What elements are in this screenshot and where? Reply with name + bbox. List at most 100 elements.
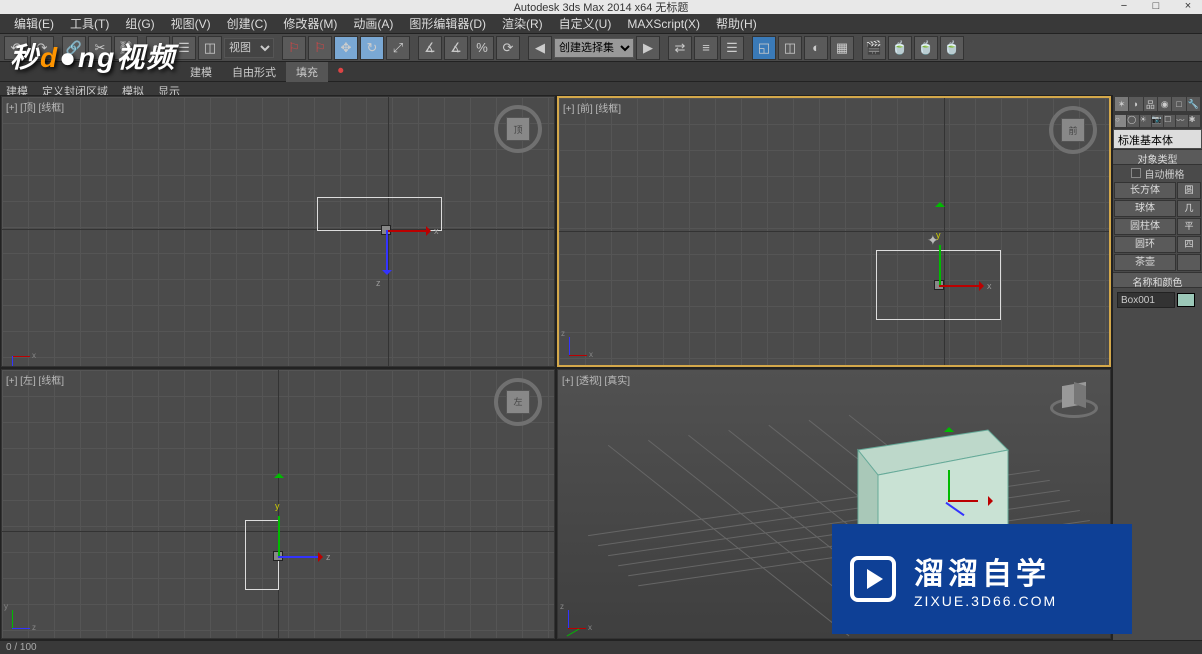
zixue-watermark: 溜溜自学 ZIXUE.3D66.COM (832, 524, 1132, 634)
viewport-front[interactable]: [+] [前] [线框] 前 x y ✦ x z (557, 96, 1111, 367)
utilities-tab-icon[interactable]: 🔧 (1187, 97, 1200, 111)
sphere-button[interactable]: 球体 (1114, 200, 1176, 217)
torus-button[interactable]: 圆环 (1114, 236, 1176, 253)
render3-button[interactable]: 🍵 (940, 36, 964, 60)
motion-tab-icon[interactable]: ◉ (1158, 97, 1171, 111)
create-subtabs: ○ ◯ ☀ 📷 ☐ 〰 ✱ (1113, 113, 1202, 129)
command-panel-tabs: ✶ ◗ 品 ◉ □ 🔧 (1113, 95, 1202, 113)
minimize-button[interactable]: − (1114, 0, 1134, 12)
object-name-input[interactable] (1117, 292, 1175, 308)
systems-icon[interactable]: ✱ (1189, 115, 1200, 127)
display-tab-icon[interactable]: □ (1172, 97, 1185, 111)
cameras-icon[interactable]: 📷 (1152, 115, 1163, 127)
ribbon-tab-freeform[interactable]: 自由形式 (222, 62, 286, 82)
space-warps-icon[interactable]: 〰 (1176, 115, 1187, 127)
move-button[interactable]: ✥ (334, 36, 358, 60)
geosphere-button[interactable]: 几 (1177, 200, 1201, 217)
snap-percent-button[interactable]: % (470, 36, 494, 60)
viewport-label[interactable]: [+] [顶] [线框] (6, 99, 64, 114)
cursor-icon: ✦ (927, 232, 939, 249)
helpers-icon[interactable]: ☐ (1164, 115, 1175, 127)
view-filter-dropdown[interactable]: 视图 (224, 38, 274, 58)
layers-button[interactable]: ☰ (720, 36, 744, 60)
menu-bar: 编辑(E) 工具(T) 组(G) 视图(V) 创建(C) 修改器(M) 动画(A… (0, 14, 1202, 34)
curve-editor-button[interactable]: ◱ (752, 36, 776, 60)
align-button[interactable]: ≡ (694, 36, 718, 60)
plane-button[interactable] (1177, 254, 1201, 271)
close-button[interactable]: × (1178, 0, 1198, 12)
snap-angle2-button[interactable]: ∡ (444, 36, 468, 60)
lights-icon[interactable]: ☀ (1140, 115, 1151, 127)
tube-button[interactable]: 平 (1177, 218, 1201, 235)
viewport-top[interactable]: [+] [顶] [线框] 顶 x z x z (1, 96, 555, 367)
modify-tab-icon[interactable]: ◗ (1129, 97, 1142, 111)
box-button[interactable]: 长方体 (1114, 182, 1176, 199)
snap-angle-button[interactable]: ∡ (418, 36, 442, 60)
menu-maxscript[interactable]: MAXScript(X) (619, 15, 708, 33)
material-button[interactable]: ◐ (804, 36, 828, 60)
select-region-button[interactable]: ◫ (198, 36, 222, 60)
viewcube[interactable] (1050, 378, 1098, 426)
box-wireframe[interactable] (317, 197, 442, 231)
menu-tools[interactable]: 工具(T) (62, 13, 117, 34)
frame-counter: 0 / 100 (6, 642, 37, 653)
ribbon-tab-model[interactable]: 建模 (180, 62, 222, 82)
render-frame-button[interactable]: 🎬 (862, 36, 886, 60)
zixue-url: ZIXUE.3D66.COM (914, 593, 1057, 609)
menu-graph-editor[interactable]: 图形编辑器(D) (401, 13, 494, 34)
category-dropdown[interactable]: 标准基本体 (1114, 130, 1201, 148)
grid (2, 97, 554, 366)
viewport-label[interactable]: [+] [前] [线框] (563, 100, 621, 115)
scale-button[interactable]: ⤢ (386, 36, 410, 60)
bookmark-button[interactable]: ⚐ (282, 36, 306, 60)
shapes-icon[interactable]: ◯ (1127, 115, 1138, 127)
rollout-object-type[interactable]: 对象类型 (1113, 149, 1202, 165)
mirror-button[interactable]: ⇄ (668, 36, 692, 60)
viewport-label[interactable]: [+] [透视] [真实] (562, 372, 630, 387)
viewport-label[interactable]: [+] [左] [线框] (6, 372, 64, 387)
maximize-button[interactable]: □ (1146, 0, 1166, 12)
hierarchy-tab-icon[interactable]: 品 (1144, 97, 1157, 111)
primitive-buttons: 长方体 圆 球体 几 圆柱体 平 圆环 四 茶壶 (1113, 181, 1202, 272)
render-setup-button[interactable]: ▦ (830, 36, 854, 60)
cone-button[interactable]: 圆 (1177, 182, 1201, 199)
render-button[interactable]: 🍵 (888, 36, 912, 60)
create-tab-icon[interactable]: ✶ (1115, 97, 1128, 111)
menu-animation[interactable]: 动画(A) (345, 13, 401, 34)
viewcube[interactable]: 前 (1049, 106, 1097, 154)
pyramid-button[interactable]: 四 (1177, 236, 1201, 253)
viewport-left[interactable]: [+] [左] [线框] 左 z y z y (1, 369, 555, 640)
snap-spinner-button[interactable]: ⟳ (496, 36, 520, 60)
app-title: Autodesk 3ds Max 2014 x64 无标题 (514, 0, 689, 15)
menu-customize[interactable]: 自定义(U) (551, 13, 620, 34)
main-toolbar: ↶ ↷ 🔗 ✂ ⛓ ▭ ☰ ◫ 视图 ⚐ ⚐ ✥ ↻ ⤢ ∡ ∡ % ⟳ ◀ 创… (0, 34, 1202, 62)
viewcube[interactable]: 左 (494, 378, 542, 426)
menu-group[interactable]: 组(G) (117, 13, 162, 34)
menu-view[interactable]: 视图(V) (163, 13, 219, 34)
teapot-button[interactable]: 茶壶 (1114, 254, 1176, 271)
menu-edit[interactable]: 编辑(E) (6, 13, 62, 34)
viewcube[interactable]: 顶 (494, 105, 542, 153)
title-bar: Autodesk 3ds Max 2014 x64 无标题 − □ × (0, 0, 1202, 14)
named-sel-prev[interactable]: ◀ (528, 36, 552, 60)
watermark-logo: 秒d●ng视频 (10, 36, 176, 76)
autogrid-label: 自动栅格 (1145, 166, 1185, 181)
named-sel-next[interactable]: ▶ (636, 36, 660, 60)
rollout-name-color[interactable]: 名称和颜色 (1113, 272, 1202, 288)
ribbon-rec-icon[interactable]: ⏺ (328, 63, 354, 80)
status-bar: 0 / 100 (0, 640, 1202, 654)
geometry-icon[interactable]: ○ (1115, 115, 1126, 127)
menu-render[interactable]: 渲染(R) (494, 13, 551, 34)
schematic-button[interactable]: ◫ (778, 36, 802, 60)
menu-create[interactable]: 创建(C) (219, 13, 276, 34)
object-color-swatch[interactable] (1177, 293, 1195, 307)
render2-button[interactable]: 🍵 (914, 36, 938, 60)
menu-modifiers[interactable]: 修改器(M) (275, 13, 345, 34)
cylinder-button[interactable]: 圆柱体 (1114, 218, 1176, 235)
autogrid-checkbox[interactable] (1131, 168, 1141, 178)
ribbon-tab-fill[interactable]: 填充 (286, 62, 328, 82)
rotate-button[interactable]: ↻ (360, 36, 384, 60)
named-selection-dropdown[interactable]: 创建选择集 (554, 38, 634, 58)
menu-help[interactable]: 帮助(H) (708, 13, 765, 34)
bookmark2-button[interactable]: ⚐ (308, 36, 332, 60)
